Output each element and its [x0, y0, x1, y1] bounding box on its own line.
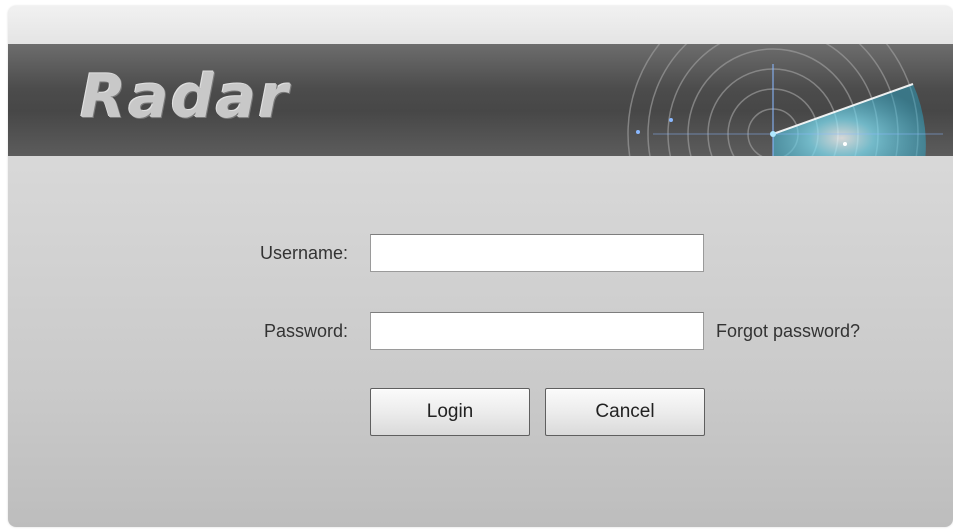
login-dialog: Radar Username: Password: Forgot passwor…	[8, 6, 953, 527]
login-button[interactable]: Login	[370, 388, 530, 436]
header-banner: Radar	[8, 44, 953, 156]
password-label: Password:	[263, 321, 348, 341]
username-label: Username:	[259, 243, 348, 263]
radar-sweep-icon	[627, 44, 943, 156]
forgot-password-link[interactable]: Forgot password?	[716, 311, 860, 351]
username-input[interactable]	[370, 234, 704, 272]
app-title: Radar	[80, 62, 290, 132]
cancel-button[interactable]: Cancel	[545, 388, 705, 436]
dialog-top-strip	[8, 6, 953, 44]
password-input[interactable]	[370, 312, 704, 350]
